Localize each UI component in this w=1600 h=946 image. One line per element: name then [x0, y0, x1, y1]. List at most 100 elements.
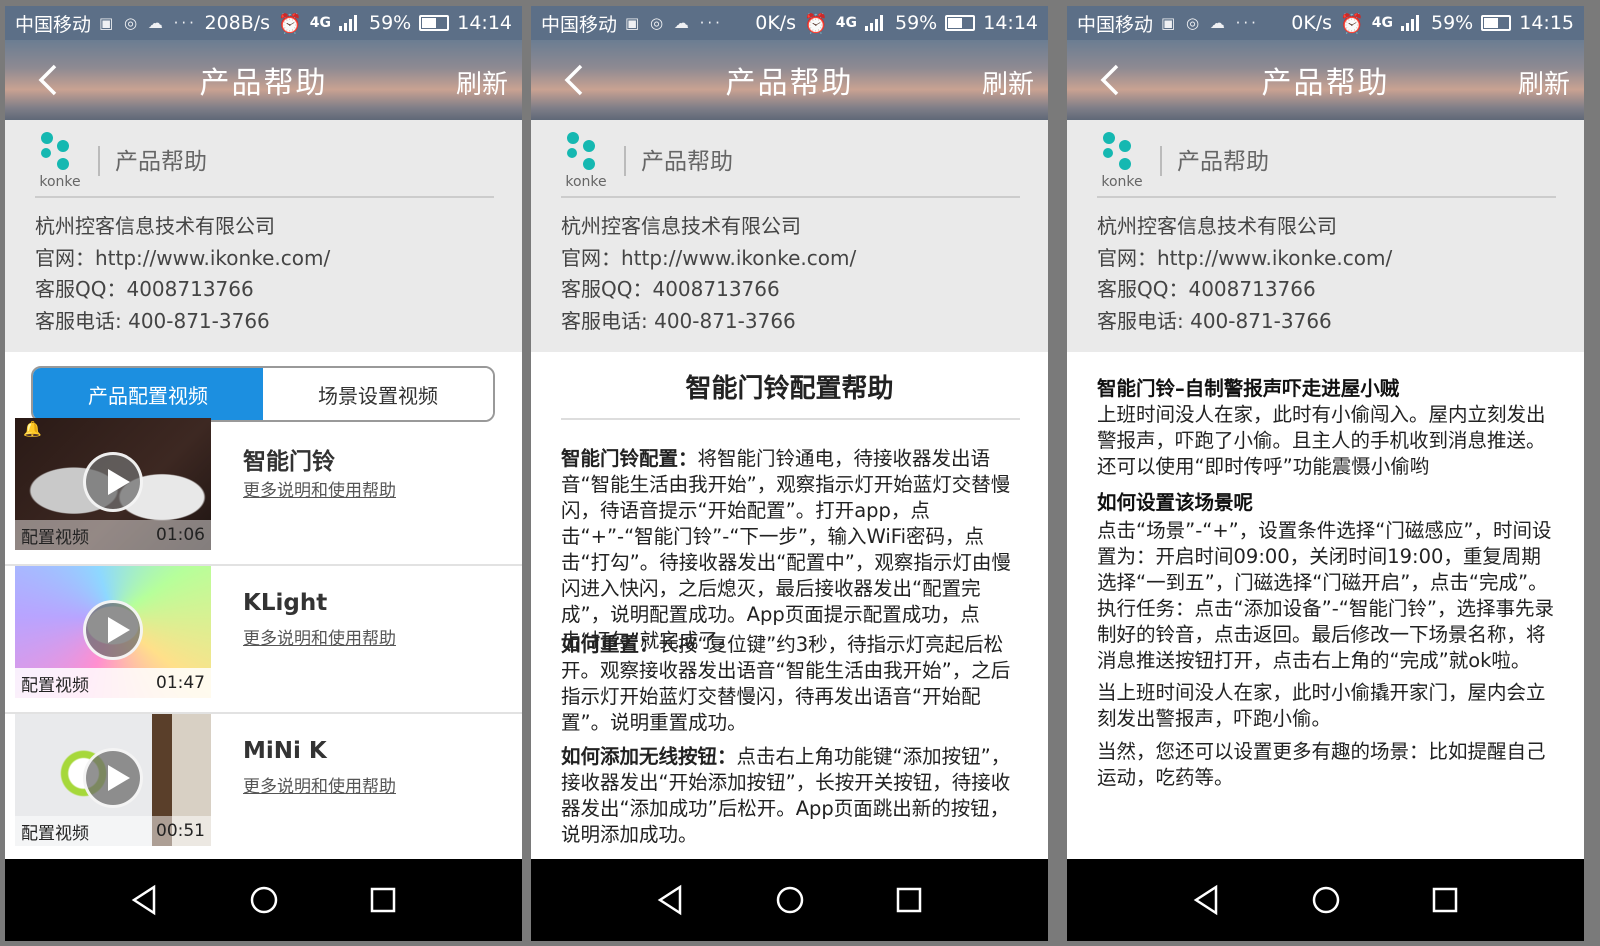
help-title: 智能门铃配置帮助 — [685, 374, 894, 404]
clock: 14:15 — [1519, 12, 1574, 34]
divider — [624, 146, 626, 176]
list-item[interactable]: 🔔 配置视频 01:06 智能门铃 更多说明和使用帮助 — [5, 418, 522, 566]
video-thumbnail[interactable]: 🔔 配置视频 01:06 — [15, 418, 211, 550]
video-caption: 配置视频 — [21, 527, 89, 548]
help-section-reset: 如何重置：长按“复位键”约3秒，待指示灯亮起后松开。观察接收器发出语音“智能生活… — [561, 633, 1011, 734]
back-arrow-icon[interactable] — [31, 62, 67, 98]
video-tabs: 产品配置视频 场景设置视频 — [31, 366, 495, 422]
divider — [561, 196, 1020, 198]
konke-logo: konke — [35, 132, 85, 190]
back-arrow-icon[interactable] — [557, 62, 593, 98]
carrier-name: 中国移动 — [1077, 13, 1154, 36]
system-nav-bar — [1067, 859, 1584, 941]
page-title: 产品帮助 — [725, 66, 854, 101]
nav-recents-icon[interactable] — [892, 883, 926, 917]
brand-label: 产品帮助 — [1177, 149, 1269, 175]
phone-text[interactable]: 客服电话: 400-871-3766 — [1097, 305, 1332, 334]
company-info-panel: konke 产品帮助 杭州控客信息技术有限公司 官网：http://www.ik… — [1067, 120, 1584, 352]
nav-back-icon[interactable] — [1190, 883, 1224, 917]
clock: 14:14 — [457, 12, 512, 34]
system-nav-bar — [531, 859, 1048, 941]
phone-screen-config-help: 中国移动 ▣ ◎ ☁ ··· 0K/s ⏰ 4G 59% 14:14 产品帮助 … — [531, 6, 1048, 941]
divider — [561, 418, 1020, 420]
carrier-name: 中国移动 — [15, 13, 92, 36]
page-title: 产品帮助 — [1261, 66, 1390, 101]
company-name: 杭州控客信息技术有限公司 — [35, 214, 275, 238]
network-speed: 208B/s — [204, 12, 271, 34]
nav-back-icon[interactable] — [654, 883, 688, 917]
play-icon[interactable] — [83, 600, 143, 660]
alarm-icon: ⏰ — [804, 12, 828, 35]
signal-icon — [1401, 15, 1423, 31]
divider — [1160, 146, 1162, 176]
network-speed: 0K/s — [755, 12, 797, 34]
qq-text: 客服QQ：4008713766 — [561, 277, 780, 301]
nav-home-icon[interactable] — [1309, 883, 1343, 917]
product-title: KLight — [243, 590, 328, 616]
video-thumbnail[interactable]: 配置视频 01:47 — [15, 566, 211, 698]
product-title: 智能门铃 — [243, 449, 335, 475]
list-item[interactable]: 配置视频 00:51 MiNi K 更多说明和使用帮助 — [5, 714, 522, 862]
title-bar: 产品帮助 刷新 — [531, 40, 1048, 120]
play-icon[interactable] — [83, 452, 143, 512]
website-text[interactable]: 官网：http://www.ikonke.com/ — [561, 242, 856, 271]
scene-result: 当上班时间没人在家，此时小偷撬开家门，屋内会立刻发出警报声，吓跑小偷。 — [1097, 681, 1546, 730]
tab-product-config-video[interactable]: 产品配置视频 — [33, 368, 263, 420]
list-item[interactable]: 配置视频 01:47 KLight 更多说明和使用帮助 — [5, 566, 522, 714]
carrier-name: 中国移动 — [541, 13, 618, 36]
qq-text: 客服QQ：4008713766 — [1097, 277, 1316, 301]
nav-home-icon[interactable] — [773, 883, 807, 917]
qq-text: 客服QQ：4008713766 — [35, 277, 254, 301]
website-text[interactable]: 官网：http://www.ikonke.com/ — [1097, 242, 1392, 271]
help-section-config: 智能门铃配置：将智能门铃通电，待接收器发出语音“智能生活由我开始”，观察指示灯开… — [561, 447, 1011, 652]
nav-recents-icon[interactable] — [1428, 883, 1462, 917]
refresh-button[interactable]: 刷新 — [1518, 64, 1570, 101]
notification-icons: ▣ ◎ ☁ ··· — [99, 14, 197, 32]
more-help-link[interactable]: 更多说明和使用帮助 — [243, 476, 396, 501]
scene-how-title: 如何设置该场景呢 — [1097, 491, 1254, 514]
scene-more: 当然，您还可以设置更多有趣的场景：比如提醒自己运动，吃药等。 — [1097, 740, 1546, 789]
status-bar: 中国移动 ▣ ◎ ☁ ··· 0K/s ⏰ 4G 59% 14:15 — [1067, 6, 1584, 40]
refresh-button[interactable]: 刷新 — [982, 64, 1034, 101]
nav-home-icon[interactable] — [247, 883, 281, 917]
company-info-panel: konke 产品帮助 杭州控客信息技术有限公司 官网：http://www.ik… — [5, 120, 522, 352]
nav-back-icon[interactable] — [128, 883, 162, 917]
page-title: 产品帮助 — [199, 66, 328, 101]
system-nav-bar — [5, 859, 522, 941]
back-arrow-icon[interactable] — [1093, 62, 1129, 98]
divider — [1097, 196, 1556, 198]
video-thumbnail[interactable]: 配置视频 00:51 — [15, 714, 211, 846]
scene-title: 智能门铃–自制警报声吓走进屋小贼 — [1097, 377, 1400, 400]
battery-icon — [419, 15, 450, 31]
network-type-label: 4G — [1371, 15, 1393, 31]
alarm-icon: ⏰ — [278, 12, 302, 35]
divider — [98, 146, 100, 176]
video-duration: 00:51 — [156, 821, 205, 841]
more-help-link[interactable]: 更多说明和使用帮助 — [243, 772, 396, 797]
phone-text[interactable]: 客服电话: 400-871-3766 — [35, 305, 270, 334]
clock: 14:14 — [983, 12, 1038, 34]
website-text[interactable]: 官网：http://www.ikonke.com/ — [35, 242, 330, 271]
alarm-icon: ⏰ — [1340, 12, 1364, 35]
battery-percent: 59% — [1431, 12, 1474, 34]
phone-screen-scene-help: 中国移动 ▣ ◎ ☁ ··· 0K/s ⏰ 4G 59% 14:15 产品帮助 … — [1067, 6, 1584, 941]
scene-steps: 点击“场景”-“+”，设置条件选择“门磁感应”，时间设置为：开启时间09:00，… — [1097, 519, 1554, 672]
battery-icon — [945, 15, 976, 31]
network-type-label: 4G — [835, 15, 857, 31]
status-bar: 中国移动 ▣ ◎ ☁ ··· 0K/s ⏰ 4G 59% 14:14 — [531, 6, 1048, 40]
nav-recents-icon[interactable] — [366, 883, 400, 917]
phone-text[interactable]: 客服电话: 400-871-3766 — [561, 305, 796, 334]
play-icon[interactable] — [83, 748, 143, 808]
refresh-button[interactable]: 刷新 — [456, 64, 508, 101]
more-help-link[interactable]: 更多说明和使用帮助 — [243, 624, 396, 649]
konke-logo: konke — [561, 132, 611, 190]
title-bar: 产品帮助 刷新 — [5, 40, 522, 120]
network-speed: 0K/s — [1291, 12, 1333, 34]
video-duration: 01:47 — [156, 673, 205, 693]
tab-scene-setup-video[interactable]: 场景设置视频 — [263, 368, 493, 420]
help-section-add-button: 如何添加无线按钮：点击右上角功能键“添加按钮”，接收器发出“开始添加按钮”，长按… — [561, 745, 1011, 846]
company-name: 杭州控客信息技术有限公司 — [561, 214, 801, 238]
scene-intro: 上班时间没人在家，此时有小偷闯入。屋内立刻发出警报声，吓跑了小偷。且主人的手机收… — [1097, 403, 1546, 478]
video-duration: 01:06 — [156, 525, 205, 545]
notification-icons: ▣ ◎ ☁ ··· — [1161, 14, 1259, 32]
